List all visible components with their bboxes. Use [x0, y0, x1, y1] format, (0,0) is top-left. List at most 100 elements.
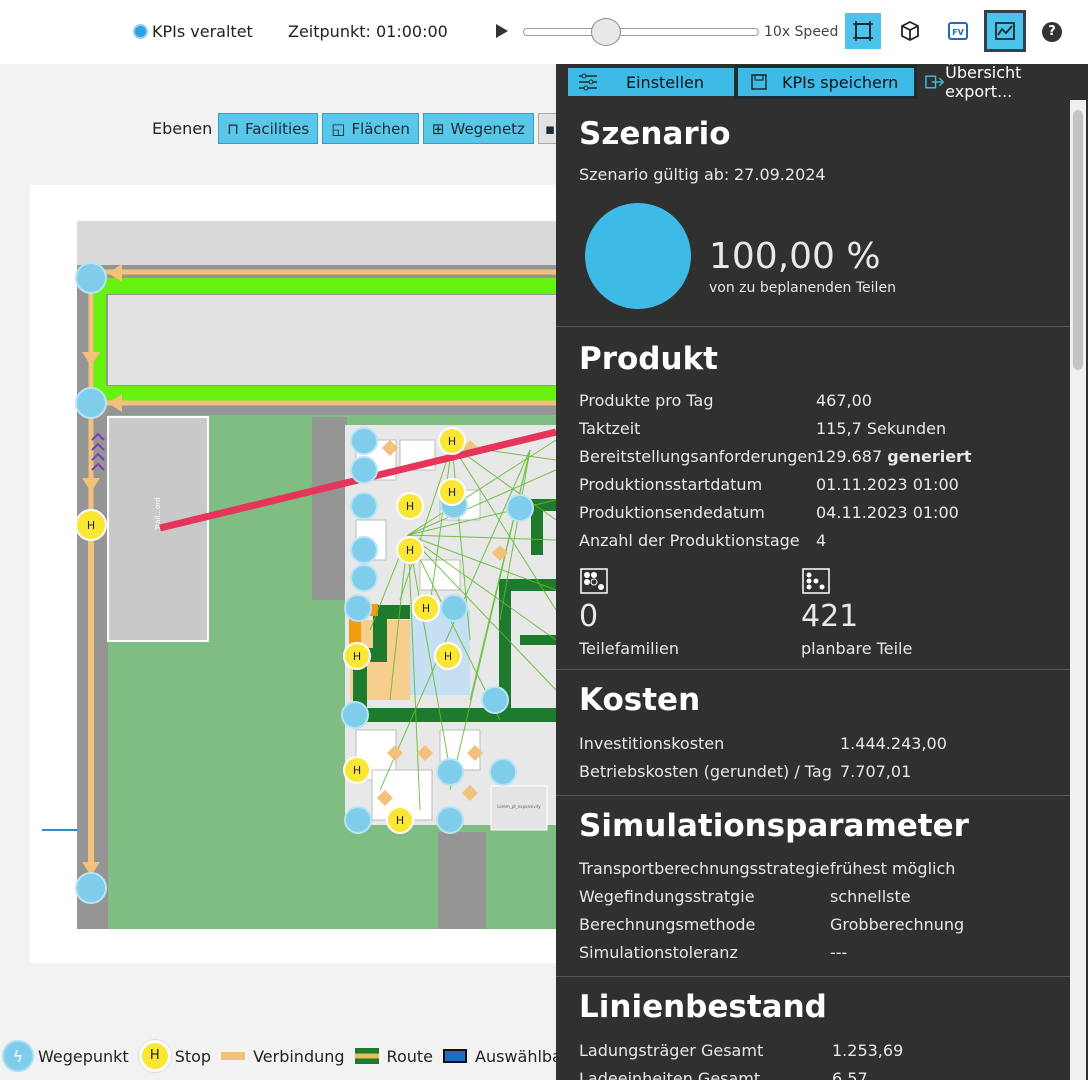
stop-marker-label: H: [87, 519, 95, 532]
waypoint-icon: ϟ: [2, 1040, 34, 1072]
stop-marker-label: H: [448, 435, 456, 448]
fv-button[interactable]: FV: [940, 13, 976, 49]
section-simulation: Simulationsparameter Transportberechnung…: [556, 796, 1070, 977]
produkt-row-label: Produktionsstartdatum: [579, 475, 763, 494]
save-icon: [751, 74, 767, 90]
sliders-icon: [579, 73, 597, 91]
simulation-row-label: Simulationstoleranz: [579, 943, 738, 962]
provision-suffix: generiert: [887, 447, 972, 466]
produkt-row-value: 129.687 generiert: [816, 447, 972, 466]
section-linienbestand: Linienbestand Ladungsträger Gesamt 1.253…: [556, 977, 1070, 1080]
produkt-row-value: 01.11.2023 01:00: [816, 475, 959, 494]
legend-waypoint: ϟ Wegepunkt: [2, 1040, 129, 1072]
stop-marker-label: H: [353, 650, 361, 663]
simulation-title: Simulationsparameter: [579, 808, 969, 844]
simulation-row-value: ---: [830, 943, 848, 962]
part-families-icon: [580, 568, 608, 594]
frame-icon: [853, 21, 873, 41]
produkt-row-value: 467,00: [816, 391, 872, 410]
speed-label: 10x Speed: [764, 24, 839, 40]
legend-route-label: Route: [386, 1046, 433, 1066]
legend-selectable-label: Auswählbar: [475, 1046, 556, 1066]
route-swatch-icon: [354, 1048, 379, 1064]
export-overview-button[interactable]: Übersicht export...: [922, 64, 1088, 101]
simulation-row-label: Berechnungsmethode: [579, 915, 756, 934]
produkt-row-label: Bereitstellungsanforderungen: [579, 447, 818, 466]
section-kosten: Kosten Investitionskosten 1.444.243,00 B…: [556, 670, 1070, 796]
produkt-row-value: 115,7 Sekunden: [816, 419, 947, 438]
box-label: Lorem_pt_expansivity: [497, 804, 541, 809]
stop-marker-label: H: [406, 500, 414, 513]
kosten-row-label: Investitionskosten: [579, 734, 725, 753]
simulation-row-label: Wegefindungsstratgie: [579, 887, 755, 906]
legend-connection: Verbindung: [221, 1046, 345, 1066]
panel-toolbar: Einstellen KPIs speichern Übersicht expo…: [556, 64, 1088, 101]
kosten-row-value: 7.707,01: [840, 762, 912, 781]
3d-view-button[interactable]: [892, 13, 928, 49]
produkt-row-label: Produktionsendedatum: [579, 503, 765, 522]
factory-map[interactable]: Trail...ord Lorem_pt_expansivity HHHHHHH…: [0, 0, 556, 1080]
kpi-panel: Einstellen KPIs speichern Übersicht expo…: [556, 64, 1088, 1080]
green-lane-mid: [92, 386, 556, 402]
linienbestand-row-value: 6,57: [832, 1069, 868, 1080]
coverage-percent: 100,00 %: [709, 236, 881, 277]
settings-button[interactable]: Einstellen: [568, 68, 734, 96]
produkt-row-label: Anzahl der Produktionstage: [579, 531, 800, 550]
save-kpis-button[interactable]: KPIs speichern: [735, 65, 917, 99]
selectable-swatch-icon: [443, 1049, 467, 1063]
simulation-row-value: frühest möglich: [830, 859, 956, 878]
svg-text:FV: FV: [952, 28, 964, 37]
simulation-row-value: schnellste: [830, 887, 911, 906]
kpi-chart-button[interactable]: [984, 10, 1026, 52]
stop-marker-label: H: [353, 764, 361, 777]
produkt-title: Produkt: [579, 341, 719, 377]
plannable-parts-icon: [802, 568, 830, 594]
coverage-pie-chart: [585, 203, 691, 309]
legend-stop: H Stop: [138, 1040, 212, 1072]
simulation-row-label: Transportberechnungsstrategie: [579, 859, 830, 878]
plannable-parts-label: planbare Teile: [801, 639, 913, 658]
linienbestand-row-label: Ladungsträger Gesamt: [579, 1041, 764, 1060]
szenario-title: Szenario: [579, 116, 731, 152]
part-families-count: 0: [579, 599, 599, 634]
time-slider-handle[interactable]: [590, 18, 621, 46]
kosten-row-label: Betriebskosten (gerundet) / Tag: [579, 762, 832, 781]
linienbestand-row-label: Ladeeinheiten Gesamt: [579, 1069, 761, 1080]
legend-route: Route: [354, 1046, 433, 1066]
part-families-label: Teilefamilien: [579, 639, 679, 658]
legend-connection-label: Verbindung: [253, 1046, 345, 1066]
kosten-row-value: 1.444.243,00: [840, 734, 947, 753]
export-icon: [925, 75, 945, 89]
help-icon[interactable]: ?: [1042, 22, 1062, 42]
connection-swatch-icon: [221, 1052, 246, 1060]
section-szenario: Szenario Szenario gültig ab: 27.09.2024 …: [556, 100, 1070, 327]
panel-scroll-thumb[interactable]: [1073, 110, 1083, 370]
produkt-row-label: Taktzeit: [579, 419, 641, 438]
time-slider[interactable]: [523, 28, 759, 36]
produkt-row-label: Produkte pro Tag: [579, 391, 714, 410]
frame-view-button[interactable]: [845, 13, 881, 49]
fv-icon: FV: [948, 22, 968, 40]
settings-label: Einstellen: [626, 72, 705, 92]
szenario-valid-date: 27.09.2024: [734, 165, 826, 184]
stop-marker-label: H: [448, 486, 456, 499]
coverage-pie-slice: [585, 203, 691, 309]
building-block: [108, 295, 556, 385]
export-overview-label: Übersicht export...: [945, 64, 1022, 101]
green-lane-top: [92, 278, 556, 294]
legend-stop-label: Stop: [174, 1046, 212, 1066]
section-produkt: Produkt Produkte pro Tag 467,00 Taktzeit…: [556, 327, 1070, 670]
kosten-title: Kosten: [579, 682, 701, 718]
szenario-valid-label: Szenario gültig ab:: [579, 165, 730, 184]
plannable-parts-count: 421: [801, 599, 859, 634]
map-area: Ebenen ⊓ Facilities ◱ Flächen ⊞ Wegenetz…: [0, 0, 556, 1080]
map-legend: ϟ Wegepunkt H Stop Verbindung Route Ausw…: [2, 1040, 556, 1072]
cube-icon: [901, 20, 919, 42]
simulation-row-value: Grobberechnung: [830, 915, 965, 934]
provision-count: 129.687: [816, 447, 883, 466]
legend-waypoint-label: Wegepunkt: [38, 1046, 129, 1066]
linienbestand-row-value: 1.253,69: [832, 1041, 904, 1060]
linienbestand-title: Linienbestand: [579, 989, 827, 1025]
stop-marker-label: H: [396, 814, 404, 827]
panel-scrollbar[interactable]: [1070, 100, 1086, 1080]
